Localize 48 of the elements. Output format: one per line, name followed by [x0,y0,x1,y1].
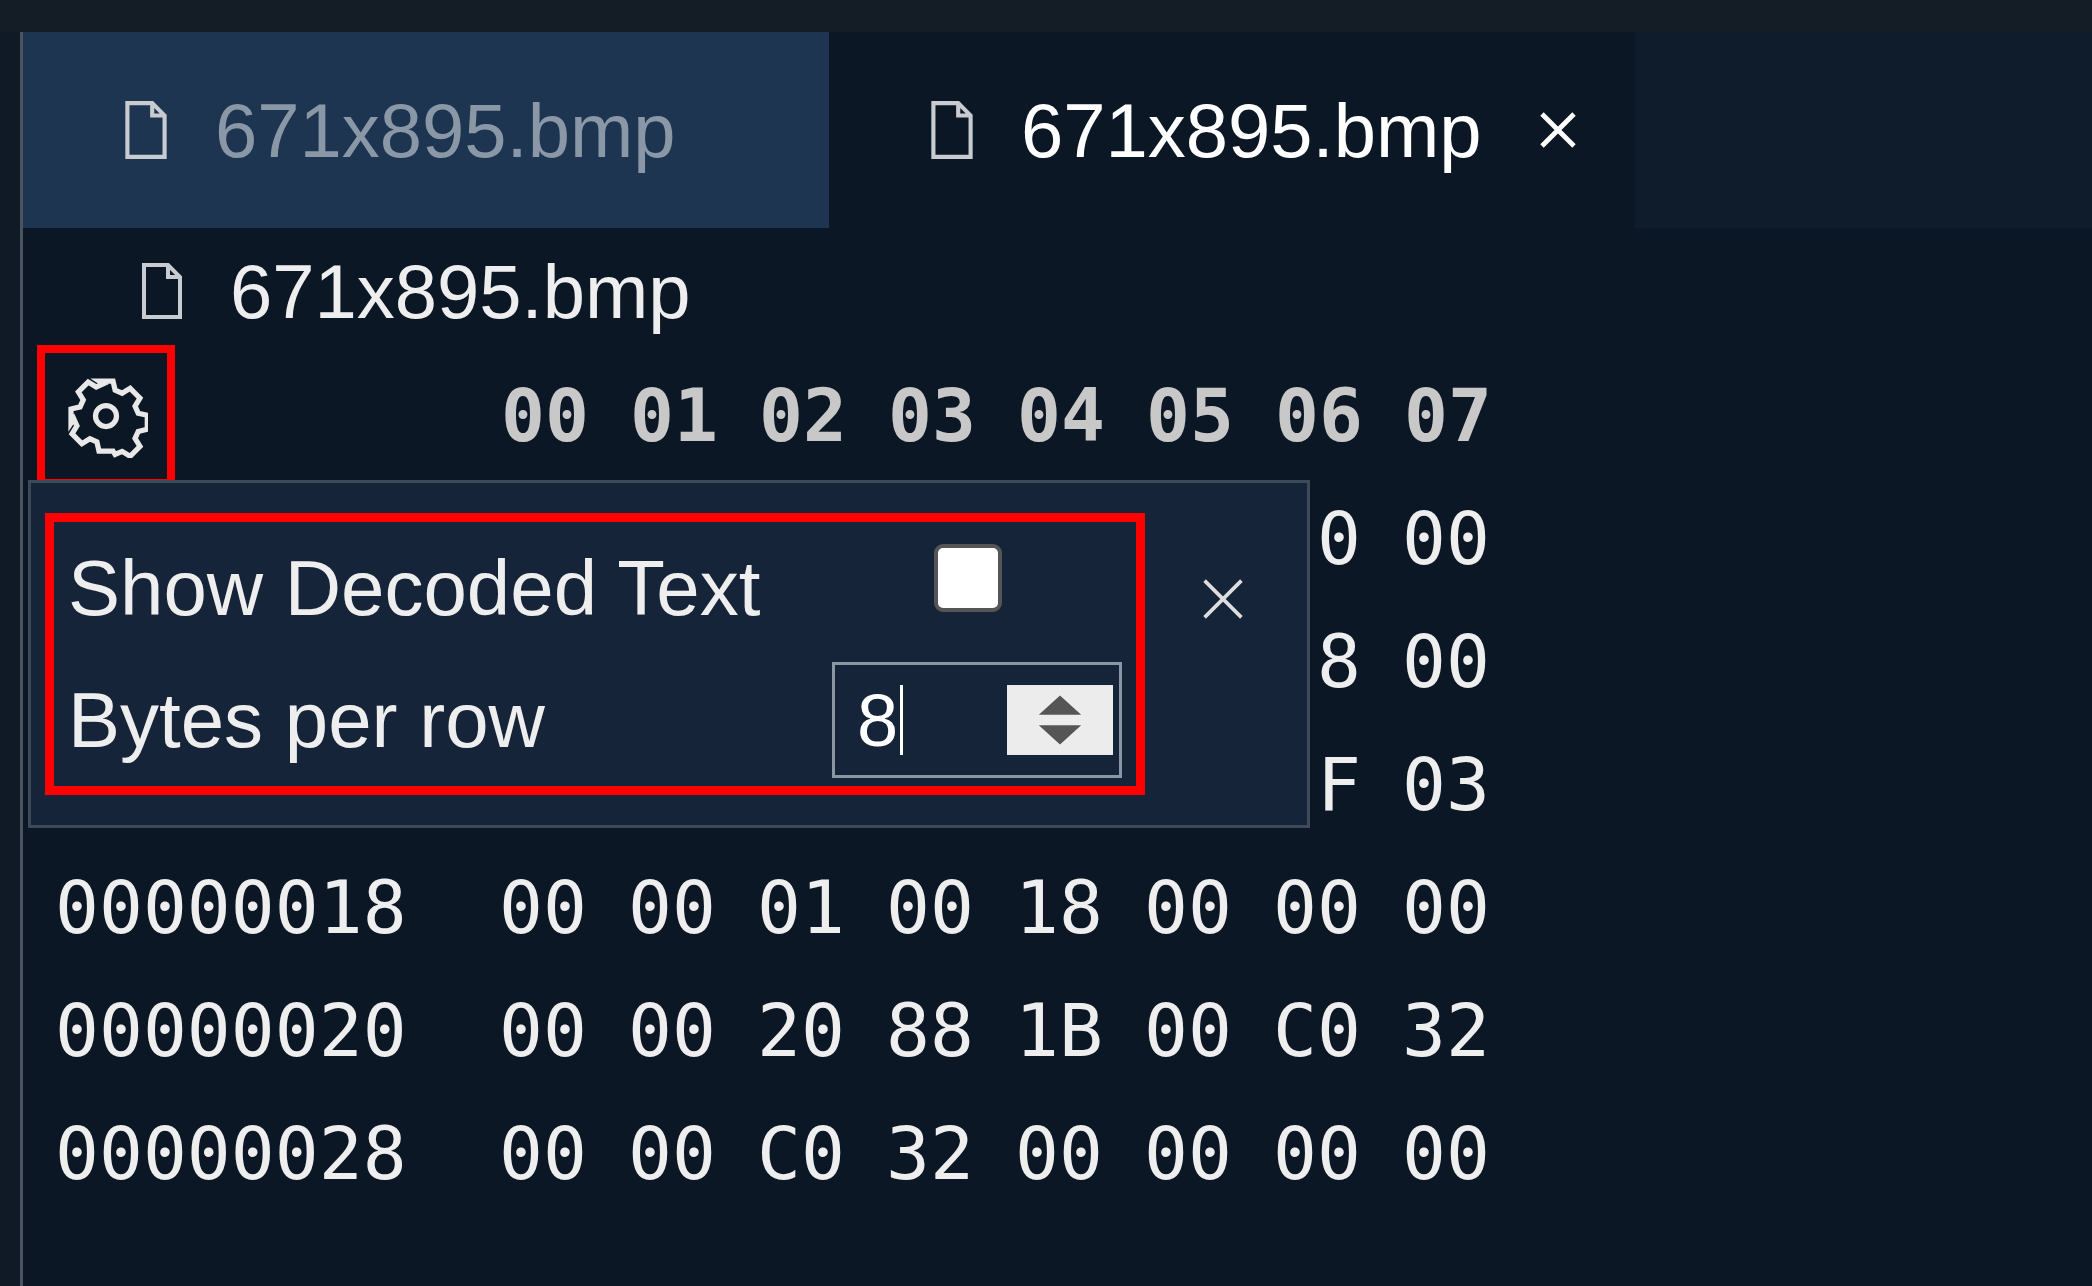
hex-byte: 00 [628,988,716,1073]
hex-byte: C0 [757,1111,845,1196]
hex-byte: 00 [1144,865,1232,950]
row-offset: 00000020 [55,988,407,1073]
editor-tab[interactable]: 671x895.bmp [23,32,829,228]
hex-byte: 8 [1317,619,1361,704]
checkbox[interactable] [934,544,1002,612]
hex-byte: 01 [757,865,845,950]
close-icon[interactable] [1537,110,1578,150]
hex-byte: 00 [628,1111,716,1196]
column-header: 01 [630,373,716,458]
hex-byte: C0 [1273,988,1361,1073]
hex-byte: 32 [1402,988,1490,1073]
hex-byte: 00 [1273,1111,1361,1196]
row-offset: 00000018 [55,865,407,950]
column-header: 06 [1275,373,1361,458]
column-header: 07 [1404,373,1490,458]
hex-byte: 03 [1402,742,1490,827]
hex-byte: 00 [1144,988,1232,1073]
hex-byte: 20 [757,988,845,1073]
hex-byte: 00 [1402,496,1490,581]
column-header: 00 [501,373,587,458]
column-header: 02 [759,373,845,458]
hex-byte: 1B [1015,988,1103,1073]
hex-byte: 0 [1317,496,1361,581]
hex-byte: 00 [628,865,716,950]
breadcrumb-item[interactable]: 671x895.bmp [230,247,691,335]
hex-byte: 00 [1144,1111,1232,1196]
hex-byte: 00 [499,988,587,1073]
hex-byte: 32 [886,1111,974,1196]
hex-byte: 00 [1015,1111,1103,1196]
hex-byte: 00 [1273,865,1361,950]
hex-byte: 00 [499,865,587,950]
hex-byte: 00 [1402,865,1490,950]
column-header: 04 [1017,373,1103,458]
hex-byte: 18 [1015,865,1103,950]
hex-byte: 00 [1402,619,1490,704]
number-field[interactable]: 8 [832,662,1122,778]
option-label: Show Decoded Text [68,542,761,634]
hex-byte: 00 [886,865,974,950]
option-label: Bytes per row [68,674,545,766]
hex-byte: 88 [886,988,974,1073]
hex-byte: 00 [499,1111,587,1196]
row-offset: 00000028 [55,1111,407,1196]
hex-byte: F [1317,742,1361,827]
column-header: 03 [888,373,974,458]
hex-byte: 00 [1402,1111,1490,1196]
column-header: 05 [1146,373,1232,458]
